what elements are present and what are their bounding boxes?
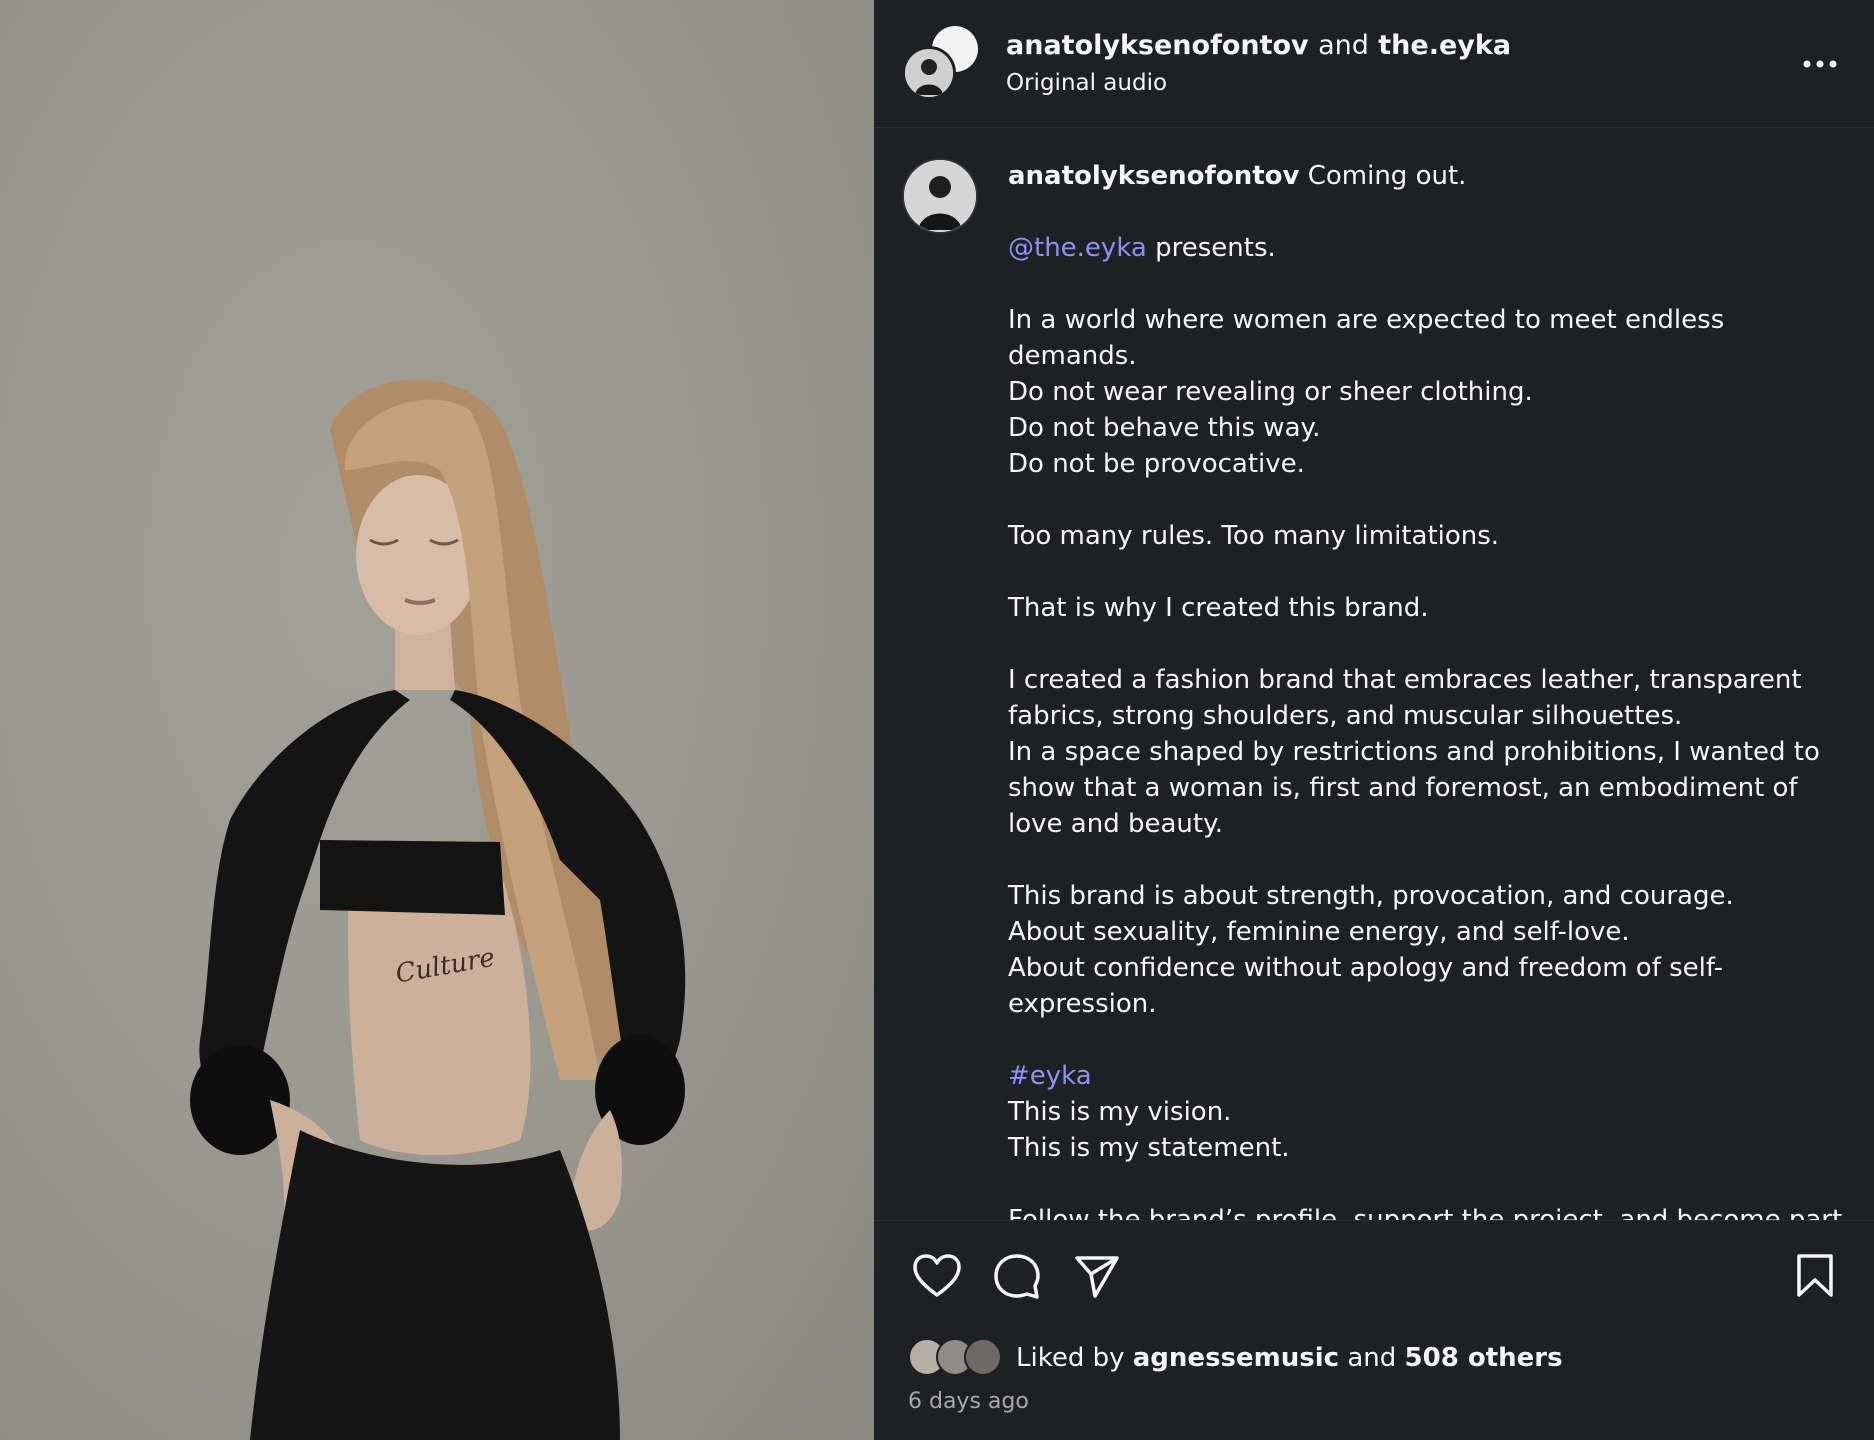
caption-area: anatolyksenofontov Coming out. @the.eyka… [874, 128, 1874, 1220]
caption-line: About confidence without apology and fre… [1008, 953, 1724, 1019]
caption-line: Do not behave this way. [1008, 413, 1321, 443]
bottom-spacer [874, 1414, 1874, 1440]
and-word: and [1318, 29, 1369, 61]
post-details-panel: anatolyksenofontov and the.eyka Original… [874, 0, 1874, 1440]
hashtag-link[interactable]: #eyka [1008, 1061, 1092, 1091]
caption-line: In a world where women are expected to m… [1008, 305, 1725, 371]
caption-author-avatar[interactable] [902, 158, 978, 234]
caption-intro: Coming out. [1307, 161, 1467, 191]
heart-icon [913, 1254, 961, 1297]
caption-line: This is my vision. [1008, 1097, 1232, 1127]
collab-avatars[interactable] [902, 25, 978, 102]
caption-paragraph: Follow the brand’s profile, support the … [1008, 1205, 1843, 1220]
caption-paragraph: Too many rules. Too many limitations. [1008, 521, 1500, 551]
caption-line: About sexuality, feminine energy, and se… [1008, 917, 1630, 947]
likes-text: Liked by agnessemusic and 508 others [1016, 1343, 1563, 1373]
bookmark-icon [1797, 1254, 1833, 1297]
model-photo: Culture [0, 0, 874, 1440]
caption-line: Do not be provocative. [1008, 449, 1305, 479]
collaborator-username[interactable]: the.eyka [1378, 30, 1511, 61]
mention-tail: presents. [1155, 233, 1276, 263]
caption-username[interactable]: anatolyksenofontov [1008, 161, 1299, 191]
like-button[interactable] [908, 1247, 966, 1305]
post-caption: anatolyksenofontov Coming out. @the.eyka… [1008, 158, 1844, 1220]
caption-line: This is my statement. [1008, 1133, 1290, 1163]
more-horizontal-icon [1803, 60, 1837, 67]
header-text: anatolyksenofontov and the.eyka Original… [1006, 28, 1796, 100]
action-bar [874, 1220, 1874, 1331]
likes-summary[interactable]: Liked by agnessemusic and 508 others [874, 1331, 1874, 1385]
liker-avatars [908, 1338, 1004, 1378]
post-media[interactable]: Culture [0, 0, 874, 1440]
author-avatar[interactable] [902, 45, 956, 100]
save-button[interactable] [1786, 1247, 1844, 1305]
original-audio-link[interactable]: Original audio [1006, 66, 1796, 100]
author-username[interactable]: anatolyksenofontov [1006, 30, 1309, 61]
post-header: anatolyksenofontov and the.eyka Original… [874, 0, 1874, 128]
liker-avatar [964, 1338, 1002, 1376]
caption-line: In a space shaped by restrictions and pr… [1008, 737, 1820, 839]
more-options-button[interactable] [1796, 40, 1844, 88]
comment-icon [994, 1254, 1040, 1299]
likes-prefix: Liked by [1016, 1343, 1125, 1373]
likes-count[interactable]: 508 others [1405, 1343, 1563, 1373]
caption-line: Do not wear revealing or sheer clothing. [1008, 377, 1533, 407]
likes-and: and [1347, 1343, 1397, 1373]
mention-link[interactable]: @the.eyka [1008, 233, 1147, 263]
share-button[interactable] [1068, 1247, 1126, 1305]
header-title: anatolyksenofontov and the.eyka [1006, 28, 1796, 64]
caption-line: I created a fashion brand that embraces … [1008, 665, 1802, 731]
post-timestamp[interactable]: 6 days ago [874, 1385, 1874, 1414]
send-icon [1075, 1256, 1119, 1298]
caption-paragraph: That is why I created this brand. [1008, 593, 1429, 623]
liker-username[interactable]: agnessemusic [1133, 1343, 1339, 1373]
comment-button[interactable] [988, 1247, 1046, 1305]
post-viewer: Culture anatolyksenofontov and the.eyka … [0, 0, 1874, 1440]
caption-line: This brand is about strength, provocatio… [1008, 881, 1734, 911]
